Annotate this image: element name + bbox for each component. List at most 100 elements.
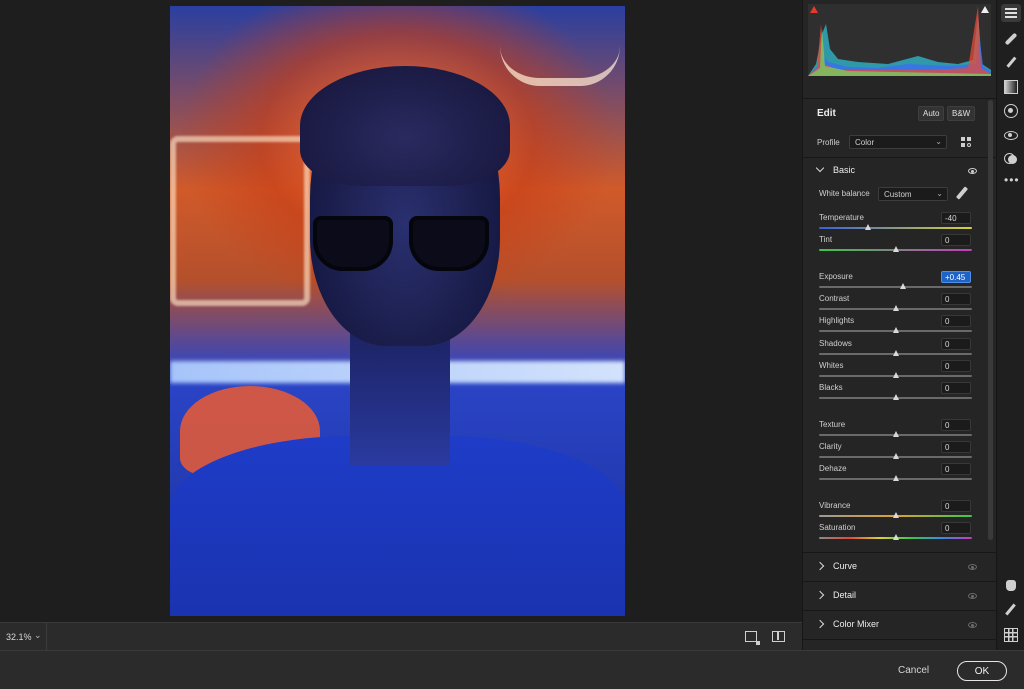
- tint-slider-thumb[interactable]: [892, 246, 899, 252]
- contrast-label: Contrast: [819, 294, 850, 303]
- white-balance-label: White balance: [819, 189, 870, 198]
- detail-section-title: Detail: [833, 590, 857, 600]
- zoom-level[interactable]: 32.1%: [6, 632, 32, 642]
- basic-section-title: Basic: [833, 165, 856, 175]
- profile-value: Color: [855, 138, 875, 147]
- right-lens: [409, 216, 489, 271]
- shadow-clipping-icon[interactable]: [810, 6, 818, 13]
- radial-filter-icon[interactable]: [1004, 104, 1018, 118]
- vibrance-slider[interactable]: [819, 512, 972, 518]
- visibility-eye-icon[interactable]: [968, 168, 977, 174]
- highlights-slider[interactable]: [819, 327, 972, 333]
- auto-button[interactable]: Auto: [918, 106, 945, 121]
- zoom-dropdown-icon[interactable]: ⌄: [34, 630, 42, 641]
- contrast-slider[interactable]: [819, 305, 972, 311]
- blacks-slider-thumb[interactable]: [892, 394, 899, 400]
- tint-value-field[interactable]: 0: [941, 234, 971, 246]
- profile-browser-icon[interactable]: [961, 137, 972, 148]
- contrast-value-field[interactable]: 0: [941, 293, 971, 305]
- left-lens: [313, 216, 393, 271]
- subject-hair: [300, 66, 510, 186]
- clarity-value-field[interactable]: 0: [941, 441, 971, 453]
- texture-slider[interactable]: [819, 431, 972, 437]
- panel-title: Edit: [817, 108, 836, 119]
- profile-dropdown[interactable]: Color ⌄: [849, 135, 947, 149]
- temperature-slider-thumb[interactable]: [864, 224, 871, 230]
- grid-icon[interactable]: [1004, 628, 1018, 642]
- whites-slider-thumb[interactable]: [892, 372, 899, 378]
- highlights-label: Highlights: [819, 316, 855, 325]
- healing-icon[interactable]: [1004, 32, 1018, 46]
- whites-label: Whites: [819, 361, 844, 370]
- blacks-label: Blacks: [819, 383, 843, 392]
- photo-preview[interactable]: [170, 6, 625, 616]
- temperature-label: Temperature: [819, 213, 864, 222]
- exposure-value-field[interactable]: +0.45: [941, 271, 971, 283]
- white-balance-dropdown[interactable]: Custom ⌄: [878, 187, 948, 201]
- shadows-label: Shadows: [819, 339, 852, 348]
- texture-label: Texture: [819, 420, 846, 429]
- detail-section-header[interactable]: Detail: [803, 582, 996, 610]
- saturation-slider[interactable]: [819, 534, 972, 540]
- highlight-clipping-icon[interactable]: [981, 6, 989, 13]
- camera-raw-window: 32.1% ⌄ Edit Auto B&W Profile Color ⌄ Ba…: [0, 0, 1024, 689]
- clarity-slider-thumb[interactable]: [892, 453, 899, 459]
- curve-section-header[interactable]: Curve: [803, 553, 996, 581]
- presets-icon[interactable]: [1004, 152, 1018, 166]
- black-white-button[interactable]: B&W: [947, 106, 976, 121]
- tool-strip: •••: [996, 0, 1024, 650]
- highlights-value-field[interactable]: 0: [941, 315, 971, 327]
- shadows-value-field[interactable]: 0: [941, 338, 971, 350]
- color-mixer-section-header[interactable]: Color Mixer: [803, 611, 996, 639]
- blacks-slider[interactable]: [819, 394, 972, 400]
- visibility-eye-icon[interactable]: [968, 593, 977, 599]
- tint-label: Tint: [819, 235, 833, 244]
- clarity-slider[interactable]: [819, 453, 972, 459]
- vibrance-value-field[interactable]: 0: [941, 500, 971, 512]
- brush-icon[interactable]: [1004, 56, 1018, 70]
- saturation-value-field[interactable]: 0: [941, 522, 971, 534]
- eyedropper-icon[interactable]: [955, 186, 969, 200]
- vibrance-slider-thumb[interactable]: [892, 512, 899, 518]
- shadows-slider-thumb[interactable]: [892, 350, 899, 356]
- red-eye-icon[interactable]: [1004, 128, 1018, 142]
- before-after-view-icon[interactable]: [772, 631, 785, 642]
- single-view-icon[interactable]: [745, 631, 760, 645]
- subject-sunglasses: [313, 216, 493, 276]
- blacks-value-field[interactable]: 0: [941, 382, 971, 394]
- edit-sliders-icon[interactable]: [1001, 4, 1021, 22]
- temperature-slider[interactable]: [819, 224, 972, 230]
- hand-icon[interactable]: [1004, 578, 1018, 592]
- more-icon[interactable]: •••: [1004, 174, 1019, 190]
- ok-button[interactable]: OK: [957, 661, 1007, 681]
- whites-value-field[interactable]: 0: [941, 360, 971, 372]
- visibility-eye-icon[interactable]: [968, 622, 977, 628]
- saturation-slider-thumb[interactable]: [892, 534, 899, 540]
- clarity-label: Clarity: [819, 442, 842, 451]
- texture-value-field[interactable]: 0: [941, 419, 971, 431]
- cancel-button[interactable]: Cancel: [898, 665, 929, 676]
- whites-slider[interactable]: [819, 372, 972, 378]
- divider: [46, 623, 47, 651]
- tint-slider[interactable]: [819, 246, 972, 252]
- temperature-value-field[interactable]: -40: [941, 212, 971, 224]
- highlights-slider-thumb[interactable]: [892, 327, 899, 333]
- dehaze-value-field[interactable]: 0: [941, 463, 971, 475]
- edit-panel: Edit Auto B&W Profile Color ⌄ Basic Whit…: [802, 0, 996, 650]
- shadows-slider[interactable]: [819, 350, 972, 356]
- image-canvas[interactable]: [0, 0, 802, 622]
- exposure-slider[interactable]: [819, 283, 972, 289]
- divider: [803, 98, 996, 99]
- linear-gradient-icon[interactable]: [1004, 80, 1018, 94]
- visibility-eye-icon[interactable]: [968, 564, 977, 570]
- vibrance-label: Vibrance: [819, 501, 851, 510]
- texture-slider-thumb[interactable]: [892, 431, 899, 437]
- panel-scrollbar[interactable]: [988, 100, 993, 540]
- dehaze-slider-thumb[interactable]: [892, 475, 899, 481]
- chevron-right-icon: [815, 561, 825, 571]
- dehaze-slider[interactable]: [819, 475, 972, 481]
- color-sampler-icon[interactable]: [1004, 603, 1018, 617]
- contrast-slider-thumb[interactable]: [892, 305, 899, 311]
- exposure-slider-thumb[interactable]: [900, 283, 907, 289]
- basic-section-header[interactable]: Basic: [803, 160, 996, 182]
